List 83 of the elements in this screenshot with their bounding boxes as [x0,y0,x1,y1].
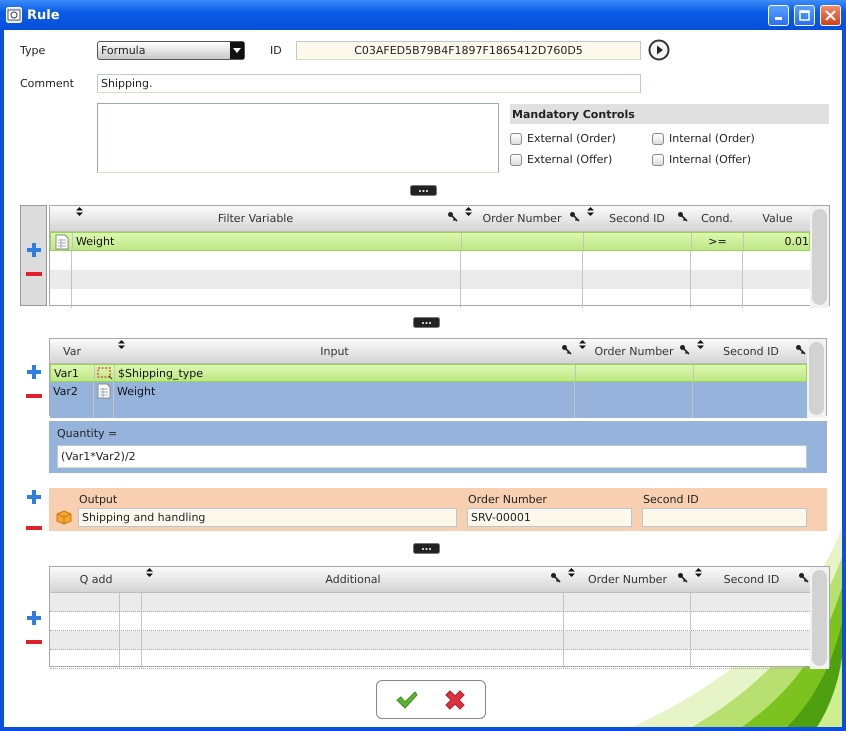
column-header[interactable]: Input [94,339,575,363]
sort-icon[interactable] [76,207,83,216]
sort-icon[interactable] [465,207,472,216]
add-icon[interactable] [26,611,40,625]
sort-icon[interactable] [579,340,586,349]
window-icon [6,7,22,23]
sort-icon[interactable] [697,340,704,349]
column-header[interactable]: Q add [50,567,142,592]
table-row[interactable]: Var1 $Shipping_type [50,364,807,382]
collapse-handle[interactable] [413,543,440,554]
type-dropdown[interactable]: Formula [97,40,245,60]
box-icon [56,510,72,525]
maximize-button[interactable] [794,4,815,26]
minimize-button[interactable] [768,4,789,26]
minimize-icon [775,16,782,20]
field-label: Quantity = [57,427,118,440]
close-icon [825,10,836,20]
column-header[interactable]: Order Number [575,339,693,363]
table-row[interactable]: Var2 Weight [50,382,807,400]
output-field[interactable]: SRV-00001 [467,508,632,527]
table-cell: >= [708,235,727,248]
scrollbar[interactable] [810,206,829,308]
field-label: Second ID [642,493,700,506]
field-label: Output [78,493,118,506]
column-header[interactable]: Additional [142,567,564,592]
add-icon[interactable] [26,364,40,378]
checkbox-label: Internal (Offer) [669,153,752,166]
field-label: Comment [20,76,75,90]
table-cell: $Shipping_type [118,366,204,380]
column-header[interactable]: Order Number [564,567,691,592]
close-button[interactable] [820,4,841,26]
table-cell: Var1 [54,366,79,380]
table-cell: Var2 [53,384,78,398]
cancel-icon[interactable] [444,688,466,710]
output-field[interactable]: Shipping and handling [78,508,457,527]
column-header[interactable]: Second ID [691,567,812,592]
checkbox[interactable] [510,154,522,166]
column-header[interactable]: Value [743,206,812,231]
remove-icon[interactable] [26,272,42,276]
add-icon[interactable] [26,243,40,257]
column-header[interactable]: Second ID [583,206,691,231]
caret-icon [233,48,241,52]
scrollbar[interactable] [810,567,829,669]
table-cell: 0.01 [784,235,809,248]
sort-icon[interactable] [695,568,702,577]
field-label: Order Number [467,493,548,506]
collapse-handle[interactable] [413,316,440,328]
checkbox-label: External (Order) [527,132,616,145]
column-header[interactable]: Order Number [461,206,583,231]
output-field[interactable] [642,508,807,527]
id-field[interactable]: C03AFED5B79B4F1897F1865412D760D5 [296,40,641,60]
scrollbar[interactable] [807,339,826,418]
checkbox[interactable] [652,132,664,144]
sort-icon[interactable] [146,568,153,577]
maximize-icon [799,10,810,20]
collapse-handle[interactable] [410,185,436,196]
checkbox[interactable] [510,132,522,144]
comment-field[interactable]: Shipping. [97,74,641,92]
add-icon[interactable] [26,490,40,504]
formula-field[interactable]: (Var1*Var2)/2 [57,445,807,468]
section-title: Mandatory Controls [510,104,829,124]
window-title: Rule [27,8,61,22]
checkbox[interactable] [652,154,664,166]
sort-icon[interactable] [587,207,594,216]
column-header[interactable]: Var [50,339,94,363]
checkbox-label: Internal (Order) [669,132,755,145]
field-label: ID [270,44,283,56]
column-header[interactable]: Cond. [691,206,743,231]
sort-icon[interactable] [568,568,575,577]
field-label: Type [20,44,46,56]
sort-icon[interactable] [118,340,125,349]
table-cell: Weight [76,235,114,248]
table-row[interactable]: Weight >= 0.01 [50,232,810,251]
play-icon[interactable] [648,39,670,61]
remove-icon[interactable] [26,526,42,530]
notes-field[interactable] [97,103,499,173]
remove-icon[interactable] [26,640,42,644]
table-cell: Weight [117,384,156,398]
confirm-icon[interactable] [396,690,418,708]
checkbox-label: External (Offer) [527,153,612,166]
column-header[interactable]: Second ID [693,339,809,363]
remove-icon[interactable] [26,394,42,398]
column-header[interactable]: Filter Variable [50,206,461,231]
